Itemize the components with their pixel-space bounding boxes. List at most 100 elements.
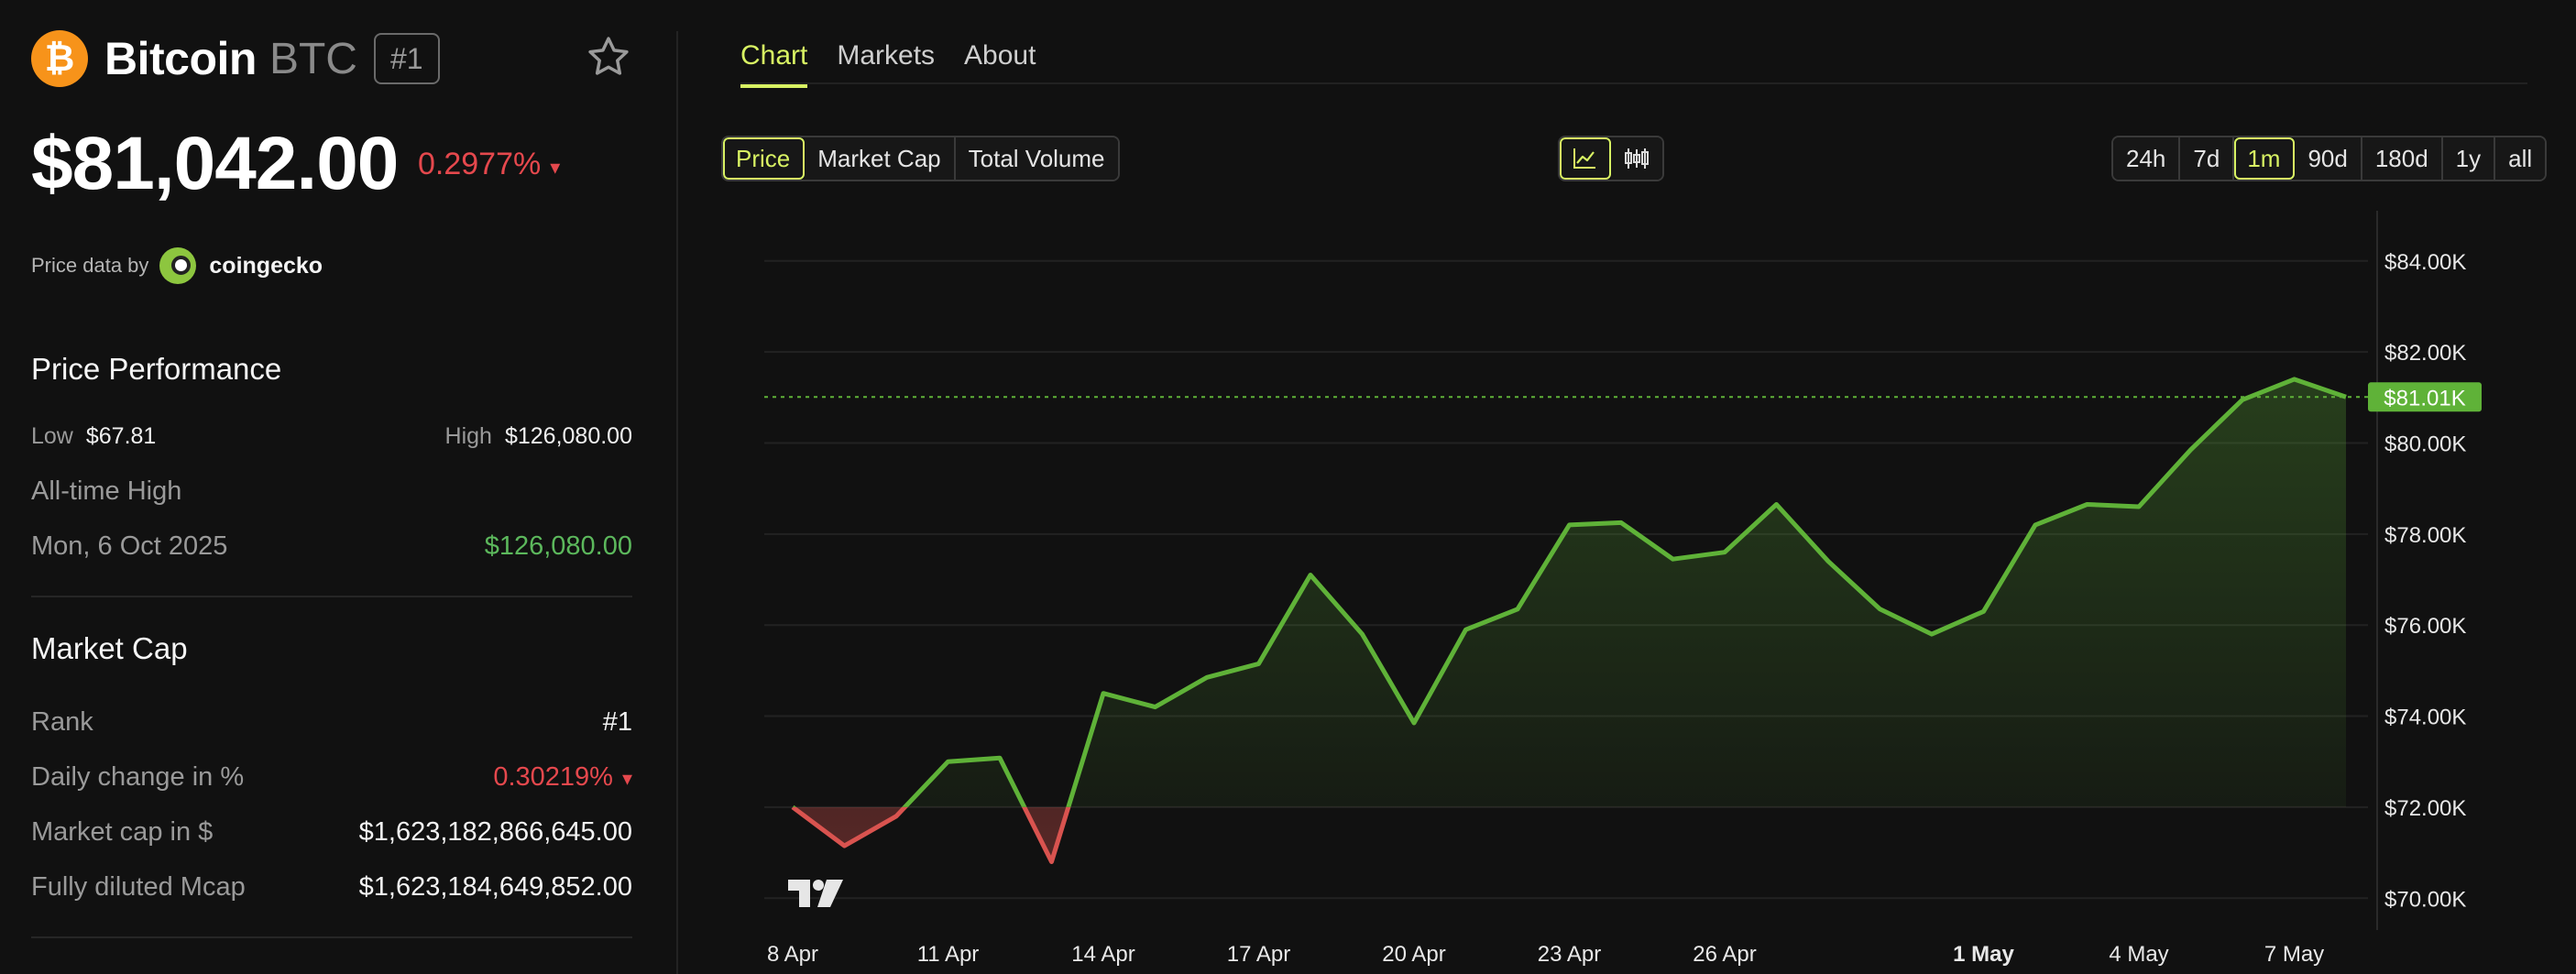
- data-point: [1774, 502, 1780, 508]
- market-cap-row-daily-change: Daily change in % 0.30219% ▾: [31, 759, 632, 795]
- price-chart[interactable]: $84.00K $82.00K $80.00K $78.00K $76.00K $74.0…: [724, 211, 2576, 974]
- panel-separator: [676, 31, 678, 974]
- ath-date: Mon, 6 Oct 2025: [31, 531, 228, 561]
- data-point: [2292, 377, 2297, 382]
- x-tick-label: 7 May: [2264, 942, 2324, 967]
- data-point: [1308, 573, 1313, 578]
- chart-type-selector: [1558, 136, 1664, 181]
- rank-badge: #1: [373, 33, 440, 84]
- x-tick-label: 8 Apr: [767, 942, 818, 967]
- y-tick-label: $70.00K: [2384, 887, 2466, 912]
- tab-underline-divider: [740, 82, 2527, 84]
- data-point: [2085, 502, 2090, 508]
- coingecko-logo-icon: [159, 247, 197, 284]
- range-all-button[interactable]: all: [2495, 137, 2546, 180]
- metric-selector: Price Market Cap Total Volume: [721, 136, 1120, 181]
- price-change-value: 0.2977%: [418, 147, 542, 181]
- line-chart-icon: [1573, 148, 1595, 169]
- tab-about[interactable]: About: [964, 40, 1036, 88]
- data-point: [1722, 550, 1727, 555]
- tab-markets[interactable]: Markets: [837, 40, 935, 88]
- rank-label: Rank: [31, 706, 93, 737]
- caret-down-icon: ▾: [621, 766, 632, 790]
- range-90d-button[interactable]: 90d: [2295, 137, 2362, 180]
- data-point: [1411, 720, 1417, 726]
- x-tick-label: 4 May: [2109, 942, 2168, 967]
- ath-value: $126,080.00: [484, 531, 632, 561]
- low-label: Low: [31, 423, 73, 449]
- candlestick-chart-button[interactable]: [1611, 137, 1662, 180]
- market-cap-row-rank: Rank #1: [31, 704, 632, 740]
- x-tick-label: 11 Apr: [917, 942, 980, 967]
- range-1m-button[interactable]: 1m: [2234, 137, 2296, 180]
- fdv-label: Fully diluted Mcap: [31, 871, 246, 902]
- high-label: High: [444, 423, 492, 449]
- price-area-up: [793, 378, 2346, 807]
- ath-label-row: All-time High: [31, 473, 632, 509]
- current-price: $81,042.00: [31, 122, 399, 205]
- data-point: [1929, 631, 1935, 637]
- price-chart-svg[interactable]: $84.00K $82.00K $80.00K $78.00K $76.00K $74.0…: [724, 211, 2576, 974]
- data-point: [1825, 559, 1831, 564]
- star-icon[interactable]: [585, 33, 632, 81]
- divider: [31, 596, 632, 597]
- price-performance-title: Price Performance: [31, 352, 282, 386]
- data-point: [1256, 661, 1262, 666]
- range-24h-button[interactable]: 24h: [2113, 137, 2181, 180]
- bitcoin-logo-icon: ₿: [31, 30, 88, 87]
- x-tick-label: 26 Apr: [1693, 942, 1756, 967]
- line-chart-button[interactable]: [1560, 137, 1611, 180]
- daily-change-value: 0.30219% ▾: [493, 762, 632, 793]
- data-point: [997, 755, 1003, 761]
- y-tick-label: $80.00K: [2384, 432, 2466, 456]
- y-tick-label: $78.00K: [2384, 523, 2466, 548]
- tradingview-logo-icon: [788, 880, 843, 907]
- data-point: [893, 814, 899, 819]
- market-cap-title: Market Cap: [31, 631, 188, 665]
- coin-name: Bitcoin: [104, 33, 257, 84]
- daily-change-label: Daily change in %: [31, 761, 245, 792]
- data-point: [946, 759, 951, 764]
- range-180d-button[interactable]: 180d: [2362, 137, 2443, 180]
- provider-name: coingecko: [209, 252, 323, 279]
- x-tick-label: 20 Apr: [1382, 942, 1445, 967]
- data-point: [2033, 522, 2038, 528]
- high-group: High $126,080.00: [445, 423, 632, 450]
- data-point: [842, 843, 848, 848]
- metric-market-cap-button[interactable]: Market Cap: [805, 137, 956, 180]
- price-data-attribution[interactable]: Price data by coingecko: [31, 247, 323, 284]
- data-point: [1204, 674, 1210, 680]
- data-point: [1878, 607, 1883, 612]
- data-point: [1153, 705, 1158, 710]
- ath-row: Mon, 6 Oct 2025 $126,080.00: [31, 528, 632, 564]
- coin-header: ₿ Bitcoin BTC #1: [31, 29, 632, 88]
- low-high-row: Low $67.81 High $126,080.00: [31, 423, 632, 450]
- y-tick-label: $82.00K: [2384, 341, 2466, 366]
- coin-symbol: BTC: [269, 34, 357, 83]
- tab-bar: Chart Markets About: [740, 40, 1065, 88]
- x-tick-label: 1 May: [1953, 942, 2014, 967]
- market-cap-row-fdv: Fully diluted Mcap $1,623,184,649,852.00: [31, 869, 632, 905]
- range-7d-button[interactable]: 7d: [2180, 137, 2235, 180]
- tab-chart[interactable]: Chart: [740, 40, 808, 88]
- data-point: [790, 804, 795, 810]
- data-point: [1515, 607, 1520, 612]
- caret-down-icon: ▾: [550, 156, 561, 179]
- metric-total-volume-button[interactable]: Total Volume: [955, 137, 1118, 180]
- candlestick-chart-icon: [1625, 148, 1649, 169]
- data-point: [1101, 691, 1106, 696]
- y-tick-label: $84.00K: [2384, 250, 2466, 275]
- metric-price-button[interactable]: Price: [723, 137, 806, 180]
- price-change-24h: 0.2977% ▾: [418, 147, 560, 182]
- data-point: [1567, 522, 1573, 528]
- data-point: [1981, 608, 1987, 614]
- y-tick-label: $76.00K: [2384, 614, 2466, 639]
- data-point: [1049, 859, 1055, 865]
- low-group: Low $67.81: [31, 423, 156, 450]
- data-point: [1671, 556, 1676, 562]
- y-tick-label: $72.00K: [2384, 796, 2466, 821]
- rank-value: #1: [602, 706, 632, 737]
- ath-label: All-time High: [31, 476, 182, 506]
- range-1y-button[interactable]: 1y: [2442, 137, 2496, 180]
- data-point: [1360, 631, 1365, 637]
